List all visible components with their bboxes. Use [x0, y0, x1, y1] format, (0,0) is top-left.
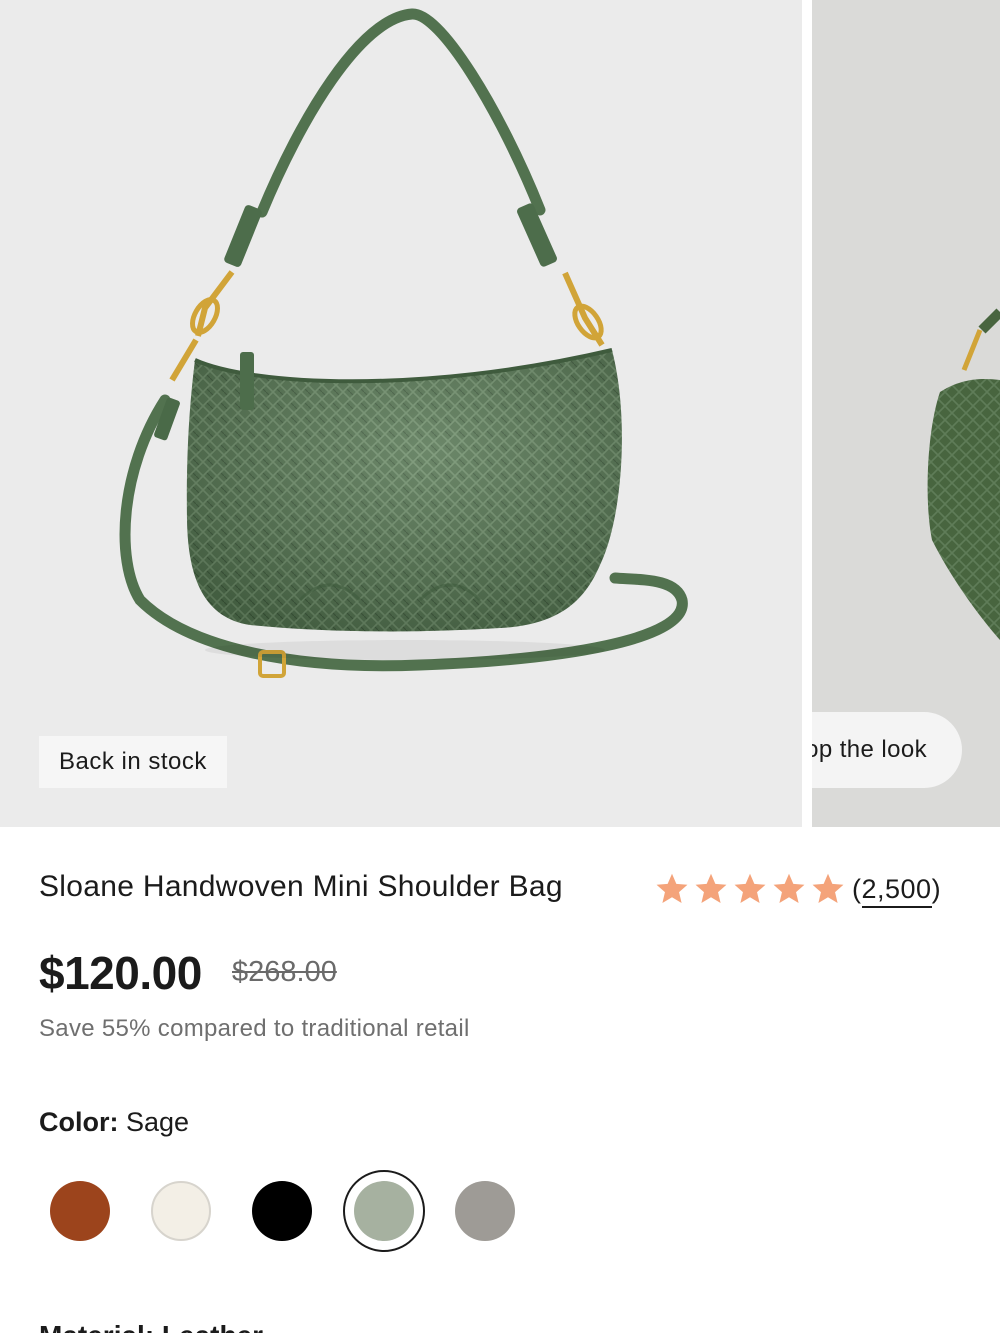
- color-label: Color: Sage: [39, 1107, 189, 1138]
- star-icon: [812, 873, 844, 903]
- savings-text: Save 55% compared to traditional retail: [39, 1015, 470, 1042]
- color-swatch-sage[interactable]: [354, 1181, 414, 1241]
- star-icon: [695, 873, 727, 903]
- sale-price: $120.00: [39, 947, 202, 999]
- color-swatch-ivory[interactable]: [151, 1181, 211, 1241]
- star-icon: [773, 873, 805, 903]
- star-icon: [734, 873, 766, 903]
- product-image-bag-partial: [927, 308, 1000, 640]
- color-swatch-black[interactable]: [252, 1181, 312, 1241]
- original-price: $268.00: [232, 956, 337, 988]
- rating-summary[interactable]: (2,500): [654, 871, 941, 908]
- color-swatch-cognac[interactable]: [50, 1181, 110, 1241]
- color-label-key: Color:: [39, 1107, 119, 1137]
- material-heading: Material: Leather: [39, 1320, 263, 1333]
- review-count: 2,500: [861, 873, 932, 908]
- product-title: Sloane Handwoven Mini Shoulder Bag: [39, 870, 563, 903]
- color-swatch-grey[interactable]: [455, 1181, 515, 1241]
- star-icon: [656, 873, 688, 903]
- review-count-link[interactable]: (2,500): [852, 873, 941, 908]
- back-in-stock-badge: Back in stock: [39, 736, 227, 788]
- color-swatches: [0, 1170, 1000, 1252]
- selected-color-name: Sage: [126, 1107, 190, 1137]
- product-image-gallery[interactable]: Back in stock Shop the look: [0, 0, 1000, 827]
- product-image-main[interactable]: Back in stock: [0, 0, 802, 827]
- star-rating: [654, 871, 846, 907]
- product-image-bag: [119, 8, 688, 678]
- product-image-next[interactable]: Shop the look: [812, 0, 1000, 827]
- shop-the-look-button[interactable]: Shop the look: [812, 712, 962, 788]
